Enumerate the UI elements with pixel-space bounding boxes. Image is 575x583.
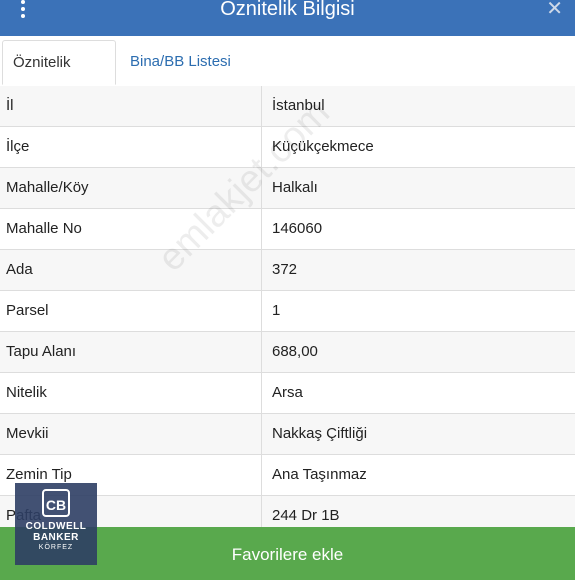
row-value: 146060: [272, 220, 323, 237]
row-value: Küçükçekmece: [272, 138, 374, 155]
table-row: Parsel 1: [0, 291, 575, 332]
table-row: Mahalle/Köy Halkalı: [0, 168, 575, 209]
row-value: 688,00: [272, 343, 318, 360]
table-row: Nitelik Arsa: [0, 373, 575, 414]
table-row: İl İstanbul: [0, 86, 575, 127]
row-value: 1: [272, 302, 281, 319]
tab-bina-bb-listesi[interactable]: Bina/BB Listesi: [120, 40, 241, 85]
row-key: Tapu Alanı: [0, 332, 262, 372]
row-key: Nitelik: [0, 373, 262, 413]
logo-mark: CB: [42, 489, 70, 517]
tab-bar: Öznitelik Bilgisi Bina/BB Listesi: [0, 36, 575, 115]
dialog-title: Öznitelik Bilgisi: [220, 0, 355, 20]
dialog-header: Öznitelik Bilgisi ✕: [0, 0, 575, 36]
table-row: Mevkii Nakkaş Çiftliği: [0, 414, 575, 455]
row-key: Mahalle No: [0, 209, 262, 249]
row-value: Ana Taşınmaz: [272, 466, 367, 483]
table-row: İlçe Küçükçekmece: [0, 127, 575, 168]
row-key: Mahalle/Köy: [0, 168, 262, 208]
tab-oznitelik-bilgisi[interactable]: Öznitelik Bilgisi: [2, 40, 116, 115]
coldwell-banker-logo: CB COLDWELL BANKER KÖRFEZ: [15, 483, 97, 565]
row-value: 372: [272, 261, 298, 278]
row-value: Nakkaş Çiftliği: [272, 425, 368, 442]
table-row: Ada 372: [0, 250, 575, 291]
table-row: Mahalle No 146060: [0, 209, 575, 250]
logo-line3: KÖRFEZ: [38, 544, 74, 551]
row-key: İl: [0, 86, 262, 126]
row-key: Parsel: [0, 291, 262, 331]
logo-line1: COLDWELL: [25, 521, 87, 532]
row-key: İlçe: [0, 127, 262, 167]
row-value: Arsa: [272, 384, 303, 401]
logo-line2: BANKER: [33, 532, 79, 543]
row-key: Ada: [0, 250, 262, 290]
table-row: Tapu Alanı 688,00: [0, 332, 575, 373]
attribute-table: İl İstanbul İlçe Küçükçekmece Mahalle/Köy H…: [0, 86, 575, 537]
row-key: Mevkii: [0, 414, 262, 454]
row-value: İstanbul: [272, 97, 325, 114]
row-value: Halkalı: [272, 179, 318, 196]
close-icon[interactable]: ✕: [546, 0, 563, 21]
